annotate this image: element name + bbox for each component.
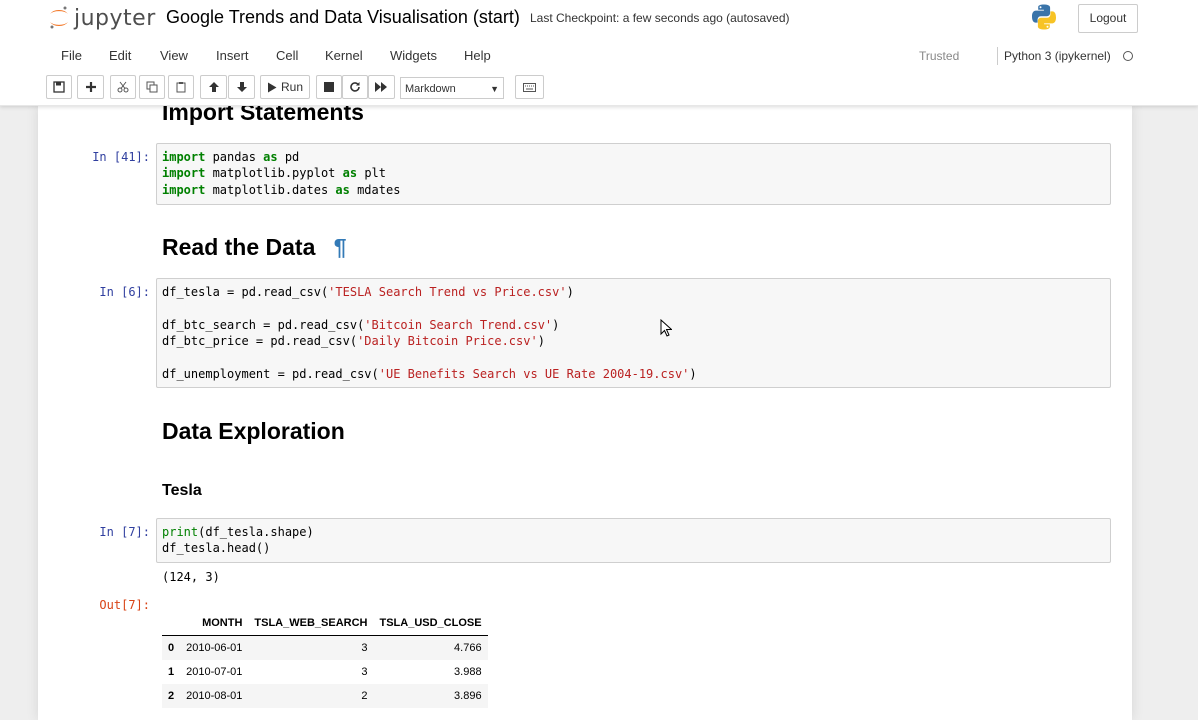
copy-icon [146,81,158,93]
code-line: import matplotlib.dates as mdates [162,183,401,197]
table-row: 2 2010-08-01 2 3.896 [162,684,488,708]
cell-type-select[interactable]: Markdown ▼ [400,77,504,99]
tesla-heading[interactable]: Tesla [162,482,202,500]
arrow-down-icon [236,82,247,92]
code-line: df_tesla.head() [162,541,271,555]
menu-edit[interactable]: Edit [109,48,131,63]
input-prompt: In [7]: [99,525,150,539]
heading-text: Read the Data [162,234,316,260]
anchor-link-icon[interactable]: ¶ [334,234,347,260]
notebook-header: jupyter Google Trends and Data Visualisa… [0,0,1198,106]
table-cell: 2010-08-01 [180,684,249,708]
jupyter-logo-icon [50,6,68,29]
kernel-idle-icon [1123,51,1133,61]
code-line: import matplotlib.pyplot as plt [162,166,386,180]
input-prompt: In [6]: [99,285,150,299]
menu-file[interactable]: File [61,48,82,63]
run-label: Run [280,80,303,94]
dataframe-table: MONTH TSLA_WEB_SEARCH TSLA_USD_CLOSE 0 2… [162,611,488,708]
run-button[interactable]: Run [260,75,310,99]
command-palette-button[interactable] [515,75,544,99]
table-cell: 4.766 [373,635,488,660]
scissors-icon [117,81,129,93]
column-header [162,611,181,636]
table-cell: 3 [248,635,374,660]
keyboard-icon [523,82,536,92]
table-cell: 2010-06-01 [180,635,249,660]
menu-bar: File Edit View Insert Cell Kernel Widget… [45,42,1142,71]
save-button[interactable] [46,75,72,99]
table-cell: 2 [248,684,374,708]
column-header: TSLA_WEB_SEARCH [248,611,374,636]
menu-help[interactable]: Help [464,48,491,63]
shape-output: (124, 3) [162,570,220,584]
table-row: 0 2010-06-01 3 4.766 [162,635,488,660]
fast-forward-icon [375,82,387,92]
table-cell: 3 [361,666,368,678]
column-header: TSLA_USD_CLOSE [373,611,488,636]
save-icon [53,81,65,93]
data-exploration-heading[interactable]: Data Exploration [162,418,345,445]
row-index: 2 [162,684,181,708]
paste-icon [176,82,186,93]
move-down-button[interactable] [228,75,255,99]
code-cell-tesla-head[interactable]: print(df_tesla.shape) df_tesla.head() [156,518,1111,563]
code-cell-read-csv[interactable]: df_tesla = pd.read_csv('TESLA Search Tre… [156,278,1111,388]
cell-type-value: Markdown [405,83,456,95]
header-top-row: jupyter Google Trends and Data Visualisa… [0,0,1198,40]
table-cell: 3.896 [373,684,488,708]
insert-cell-button[interactable] [77,75,104,99]
move-up-button[interactable] [200,75,227,99]
menu-widgets[interactable]: Widgets [390,48,437,63]
python-logo-icon [1030,3,1058,36]
kernel-name[interactable]: Python 3 (ipykernel) [1004,49,1111,63]
mouse-cursor-icon [660,318,673,342]
cut-button[interactable] [110,75,136,99]
menu-insert[interactable]: Insert [216,48,249,63]
code-line: df_tesla = pd.read_csv('TESLA Search Tre… [162,285,574,299]
notebook-title[interactable]: Google Trends and Data Visualisation (st… [166,7,520,28]
copy-button[interactable] [139,75,165,99]
play-icon [267,82,277,92]
notebook-container: Import Statements In [41]: import pandas… [38,105,1132,720]
stop-icon [324,82,334,92]
code-line: df_btc_price = pd.read_csv('Daily Bitcoi… [162,334,545,348]
kernel-separator [997,47,998,65]
table-cell: 2010-07-01 [186,666,243,678]
restart-kernel-button[interactable] [342,75,368,99]
chevron-down-icon: ▼ [490,84,499,94]
row-index: 1 [168,666,175,678]
column-header: MONTH [180,611,249,636]
restart-icon [350,82,360,92]
interrupt-kernel-button[interactable] [316,75,342,99]
output-prompt: Out[7]: [99,598,150,612]
checkpoint-status: Last Checkpoint: a few seconds ago (auto… [530,11,790,25]
code-line: df_unemployment = pd.read_csv('UE Benefi… [162,367,697,381]
import-statements-heading[interactable]: Import Statements [162,105,364,126]
jupyter-logo[interactable]: jupyter [48,4,156,32]
paste-button[interactable] [168,75,194,99]
trusted-indicator[interactable]: Trusted [919,49,959,63]
plus-icon [85,82,96,92]
menu-view[interactable]: View [160,48,188,63]
table-header-row: MONTH TSLA_WEB_SEARCH TSLA_USD_CLOSE [162,611,488,636]
arrow-up-icon [208,82,219,92]
read-the-data-heading[interactable]: Read the Data ¶ [162,234,347,261]
code-line: print(df_tesla.shape) [162,525,314,539]
jupyter-logo-text: jupyter [74,5,156,31]
restart-run-all-button[interactable] [368,75,395,99]
logout-button[interactable]: Logout [1078,4,1138,33]
table-row: 1 2010-07-01 3 3.988 [162,660,488,684]
code-line: df_btc_search = pd.read_csv('Bitcoin Sea… [162,318,560,332]
menu-cell[interactable]: Cell [276,48,298,63]
row-index: 0 [162,635,181,660]
menu-kernel[interactable]: Kernel [325,48,363,63]
input-prompt: In [41]: [92,150,150,164]
code-line: import pandas as pd [162,150,300,164]
code-cell-imports[interactable]: import pandas as pd import matplotlib.py… [156,143,1111,205]
table-cell: 3.988 [454,666,482,678]
